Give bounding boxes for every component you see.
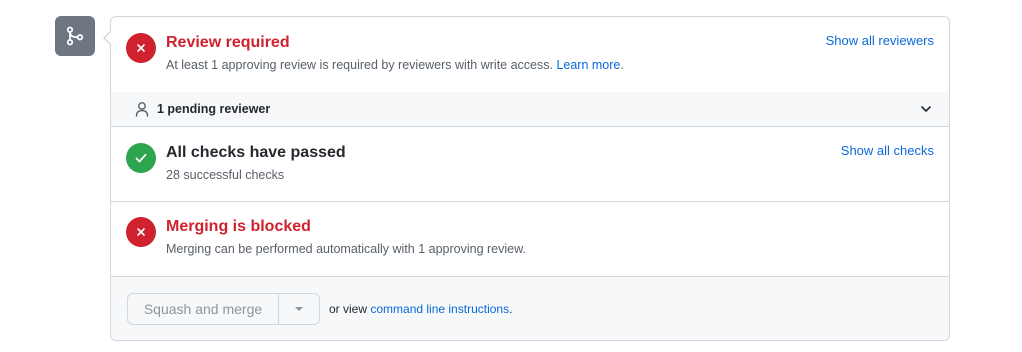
or-view-label: or view xyxy=(329,302,368,316)
review-title: Review required xyxy=(166,34,290,51)
merge-icon-badge xyxy=(55,16,95,56)
review-description: At least 1 approving review is required … xyxy=(166,57,624,73)
merge-status-panel: Review required At least 1 approving rev… xyxy=(110,16,950,341)
x-circle-icon xyxy=(126,33,156,63)
merging-description: Merging can be performed automatically w… xyxy=(166,242,526,256)
footer-period: . xyxy=(509,302,513,316)
git-merge-icon xyxy=(66,26,84,46)
footer-cli-text: or view command line instructions. xyxy=(329,301,512,317)
checks-section: All checks have passed 28 successful che… xyxy=(111,127,949,201)
review-description-end: . xyxy=(620,58,624,72)
triangle-down-icon xyxy=(295,307,303,311)
check-circle-icon xyxy=(126,143,156,173)
merging-title: Merging is blocked xyxy=(166,218,311,235)
squash-and-merge-button[interactable]: Squash and merge xyxy=(128,294,278,324)
checks-description: 28 successful checks xyxy=(166,168,285,182)
merge-options-button[interactable] xyxy=(278,294,319,324)
checks-title: All checks have passed xyxy=(166,144,346,161)
review-section: Review required At least 1 approving rev… xyxy=(111,17,949,92)
merge-button-group: Squash and merge xyxy=(127,293,320,325)
x-circle-icon xyxy=(126,217,156,247)
panel-pointer-fill xyxy=(105,31,112,45)
chevron-down-icon[interactable] xyxy=(919,102,933,116)
merge-footer: Squash and merge or view command line in… xyxy=(111,276,949,340)
learn-more-link[interactable]: Learn more xyxy=(556,58,620,72)
pending-reviewers-toggle[interactable]: 1 pending reviewer xyxy=(111,92,949,127)
show-all-checks-link[interactable]: Show all checks xyxy=(841,143,934,159)
merging-section: Merging is blocked Merging can be perfor… xyxy=(111,202,949,276)
review-description-text: At least 1 approving review is required … xyxy=(166,58,553,72)
show-all-reviewers-link[interactable]: Show all reviewers xyxy=(826,33,934,49)
command-line-instructions-link[interactable]: command line instructions xyxy=(370,302,509,316)
person-icon xyxy=(135,102,149,117)
pending-reviewer-label: 1 pending reviewer xyxy=(157,102,271,116)
